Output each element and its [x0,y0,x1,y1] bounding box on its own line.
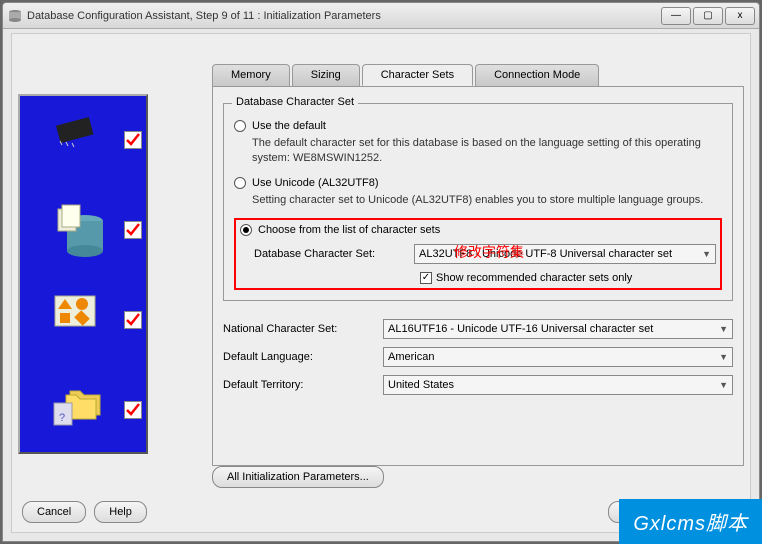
cancel-button[interactable]: Cancel [22,501,86,523]
radio-icon [240,224,252,236]
radio-choose-list[interactable]: Choose from the list of character sets [240,224,716,236]
checkbox-icon [420,272,432,284]
minimize-button[interactable]: — [661,7,691,25]
watermark-banner: Gxlcms脚本 [619,499,762,544]
files-cylinder-icon [50,201,110,264]
chevron-down-icon: ▼ [719,352,728,362]
sidebar-step-2 [20,186,146,276]
tab-pane: Database Character Set Use the default T… [212,86,744,466]
national-charset-label: National Character Set: [223,323,383,335]
close-button[interactable]: x [725,7,755,25]
content-area: ? Memory Sizing Character Sets Connectio… [11,33,751,533]
sidebar-step-4: ? [20,366,146,456]
button-label: Help [109,506,132,518]
check-icon [124,311,142,329]
radio-label: Use Unicode (AL32UTF8) [252,177,379,189]
radio-label: Use the default [252,120,326,132]
default-language-label: Default Language: [223,351,383,363]
chevron-down-icon: ▼ [719,324,728,334]
check-icon [124,131,142,149]
app-icon [7,8,23,24]
chevron-down-icon: ▼ [719,380,728,390]
tab-sizing[interactable]: Sizing [292,64,360,86]
dropdown-value: United States [388,379,454,391]
chevron-down-icon: ▼ [702,249,711,259]
national-charset-dropdown[interactable]: AL16UTF16 - Unicode UTF-16 Universal cha… [383,319,733,339]
dropdown-value: AL16UTF16 - Unicode UTF-16 Universal cha… [388,323,653,335]
unicode-desc: Setting character set to Unicode (AL32UT… [252,193,722,208]
sidebar-step-1 [20,96,146,186]
checkbox-label: Show recommended character sets only [436,272,632,284]
chip-icon [50,111,100,154]
tab-memory[interactable]: Memory [212,64,290,86]
titlebar[interactable]: Database Configuration Assistant, Step 9… [3,3,759,29]
button-label: Cancel [37,506,71,518]
window-controls: — ▢ x [659,7,755,25]
tab-bar: Memory Sizing Character Sets Connection … [212,64,601,86]
check-icon [124,221,142,239]
window-title: Database Configuration Assistant, Step 9… [27,10,659,22]
radio-use-unicode[interactable]: Use Unicode (AL32UTF8) [234,177,722,189]
groupbox-title: Database Character Set [232,96,358,108]
default-territory-dropdown[interactable]: United States ▼ [383,375,733,395]
default-language-dropdown[interactable]: American ▼ [383,347,733,367]
db-charset-label: Database Character Set: [254,248,414,260]
radio-icon [234,120,246,132]
show-recommended-checkbox[interactable]: Show recommended character sets only [420,272,716,284]
radio-label: Choose from the list of character sets [258,224,440,236]
check-icon [124,401,142,419]
sidebar-step-3 [20,276,146,366]
help-button[interactable]: Help [94,501,147,523]
maximize-button[interactable]: ▢ [693,7,723,25]
annotation-text: 修改字符集 [454,242,524,262]
default-desc: The default character set for this datab… [252,136,722,167]
tab-character-sets[interactable]: Character Sets [362,64,473,86]
svg-text:?: ? [59,412,65,424]
button-label: All Initialization Parameters... [227,471,369,483]
default-territory-label: Default Territory: [223,379,383,391]
wizard-sidebar: ? [18,94,148,454]
radio-icon [234,177,246,189]
radio-use-default[interactable]: Use the default [234,120,722,132]
charset-groupbox: Database Character Set Use the default T… [223,103,733,301]
shapes-icon [50,291,100,334]
all-init-params-button[interactable]: All Initialization Parameters... [212,466,384,488]
window-frame: Database Configuration Assistant, Step 9… [2,2,760,542]
tab-connection-mode[interactable]: Connection Mode [475,64,599,86]
dropdown-value: American [388,351,434,363]
folder-question-icon: ? [50,381,110,434]
